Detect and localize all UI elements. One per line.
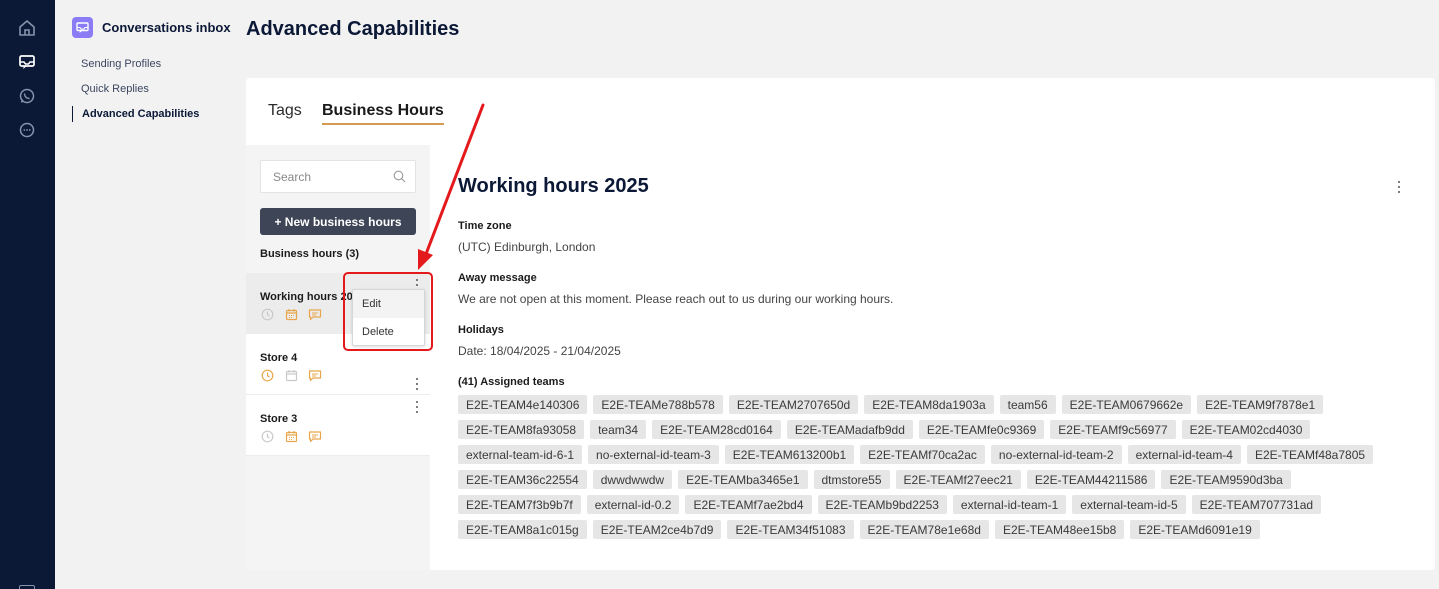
- team-chip: E2E-TEAM48ee15b8: [994, 520, 1125, 539]
- list-item-name: Store 3: [260, 413, 298, 425]
- settings-subnav: Conversations inbox Sending Profiles Qui…: [55, 0, 235, 589]
- team-chip: external-team-id-6-1: [458, 445, 583, 464]
- timezone-value: (UTC) Edinburgh, London: [458, 240, 596, 254]
- list-item[interactable]: Store 3: [246, 395, 430, 456]
- team-chip: no-external-id-team-2: [990, 445, 1122, 464]
- team-chip: E2E-TEAM707731ad: [1191, 495, 1322, 514]
- timezone-label: Time zone: [458, 220, 512, 232]
- team-chip: E2E-TEAM8a1c015g: [458, 520, 587, 539]
- context-menu: Edit Delete: [352, 289, 425, 346]
- subnav-title: Conversations inbox: [102, 20, 231, 35]
- business-hours-list-pane: + New business hours Business hours (3) …: [246, 145, 430, 570]
- calendar-icon: [284, 307, 298, 321]
- team-chip: E2E-TEAM613200b1: [724, 445, 855, 464]
- business-hours-count: Business hours (3): [260, 248, 360, 260]
- team-chip: dwwdwwdw: [592, 470, 673, 489]
- home-icon[interactable]: [17, 18, 37, 38]
- message-icon: [308, 429, 322, 443]
- team-chip: E2E-TEAM2ce4b7d9: [592, 520, 722, 539]
- subnav-item-advanced-capabilities[interactable]: Advanced Capabilities: [72, 106, 199, 122]
- inbox-icon[interactable]: [17, 52, 37, 72]
- team-chip: E2E-TEAMadafb9dd: [786, 420, 913, 439]
- team-chip: E2E-TEAM7f3b9b7f: [458, 495, 581, 514]
- team-chip: E2E-TEAM02cd4030: [1181, 420, 1311, 439]
- team-chip: team56: [999, 395, 1056, 414]
- clock-icon: [260, 368, 274, 382]
- search-input[interactable]: [273, 169, 383, 184]
- search-icon[interactable]: [393, 170, 406, 188]
- team-chip: E2E-TEAMfe0c9369: [918, 420, 1045, 439]
- team-chip: team34: [590, 420, 647, 439]
- tab-business-hours[interactable]: Business Hours: [322, 102, 444, 125]
- conversations-logo-icon: [72, 17, 93, 38]
- team-chip: dtmstore55: [813, 470, 890, 489]
- team-chip: E2E-TEAMd6091e19: [1130, 520, 1260, 539]
- tab-tags[interactable]: Tags: [268, 102, 302, 120]
- subnav-item-quick-replies[interactable]: Quick Replies: [72, 83, 149, 95]
- team-chip: E2E-TEAMf70ca2ac: [860, 445, 985, 464]
- team-chip: E2E-TEAMf9c56977: [1050, 420, 1176, 439]
- team-chip: E2E-TEAMba3465e1: [678, 470, 808, 489]
- detail-more-options-icon[interactable]: [1396, 181, 1402, 193]
- subnav-item-sending-profiles[interactable]: Sending Profiles: [72, 58, 161, 70]
- assigned-teams-list: E2E-TEAM4e140306 E2E-TEAMe788b578 E2E-TEAM…: [458, 395, 1398, 539]
- new-business-hours-button[interactable]: + New business hours: [260, 208, 416, 235]
- team-chip: E2E-TEAMf27eec21: [895, 470, 1021, 489]
- holidays-value: Date: 18/04/2025 - 21/04/2025: [458, 344, 621, 358]
- assigned-teams-label: (41) Assigned teams: [458, 376, 565, 388]
- away-message-value: We are not open at this moment. Please r…: [458, 292, 894, 306]
- team-chip: E2E-TEAM9590d3ba: [1161, 470, 1291, 489]
- list-item-name: Store 4: [260, 352, 298, 364]
- message-icon: [308, 307, 322, 321]
- list-item-icons: [260, 368, 322, 382]
- clock-icon: [260, 307, 274, 321]
- team-chip: E2E-TEAM9f7878e1: [1197, 395, 1324, 414]
- holidays-label: Holidays: [458, 324, 504, 336]
- clock-icon: [260, 429, 274, 443]
- team-chip: E2E-TEAM4e140306: [458, 395, 588, 414]
- more-options-icon[interactable]: [414, 401, 420, 413]
- team-chip: external-id-team-1: [952, 495, 1067, 514]
- more-options-icon[interactable]: [414, 378, 420, 390]
- team-chip: E2E-TEAM36c22554: [458, 470, 587, 489]
- team-chip: external-team-id-5: [1072, 495, 1186, 514]
- list-item-icons: [260, 307, 322, 321]
- team-chip: E2E-TEAM8fa93058: [458, 420, 585, 439]
- team-chip: E2E-TEAM8da1903a: [864, 395, 994, 414]
- subnav-header: Conversations inbox: [72, 17, 231, 38]
- delete-menu-item[interactable]: Delete: [353, 318, 424, 346]
- calendar-icon: [284, 429, 298, 443]
- team-chip: E2E-TEAM28cd0164: [652, 420, 781, 439]
- team-chip: E2E-TEAM34f51083: [727, 520, 854, 539]
- team-chip: external-id-team-4: [1127, 445, 1241, 464]
- edit-menu-item[interactable]: Edit: [353, 290, 424, 318]
- team-chip: E2E-TEAMe788b578: [593, 395, 723, 414]
- list-item-icons: [260, 429, 322, 443]
- app-rail: [0, 0, 55, 589]
- list-item-name: Working hours 2025: [260, 291, 365, 303]
- team-chip: external-id-0.2: [586, 495, 680, 514]
- main-card: Tags Business Hours + New business hours…: [246, 78, 1435, 570]
- team-chip: E2E-TEAM78e1e68d: [859, 520, 989, 539]
- collapse-icon[interactable]: [19, 585, 35, 589]
- chat-bubble-icon[interactable]: [17, 120, 37, 140]
- calendar-icon: [284, 368, 298, 382]
- whatsapp-icon[interactable]: [17, 86, 37, 106]
- search-box: [260, 160, 416, 193]
- team-chip: E2E-TEAMf48a7805: [1246, 445, 1374, 464]
- team-chip: E2E-TEAMb9bd2253: [817, 495, 947, 514]
- team-chip: E2E-TEAMf7ae2bd4: [685, 495, 812, 514]
- page-title: Advanced Capabilities: [246, 18, 460, 40]
- away-message-label: Away message: [458, 272, 537, 284]
- team-chip: E2E-TEAM0679662e: [1061, 395, 1192, 414]
- detail-title: Working hours 2025: [458, 175, 649, 197]
- team-chip: no-external-id-team-3: [588, 445, 719, 464]
- team-chip: E2E-TEAM44211586: [1026, 470, 1156, 489]
- message-icon: [308, 368, 322, 382]
- team-chip: E2E-TEAM2707650d: [728, 395, 859, 414]
